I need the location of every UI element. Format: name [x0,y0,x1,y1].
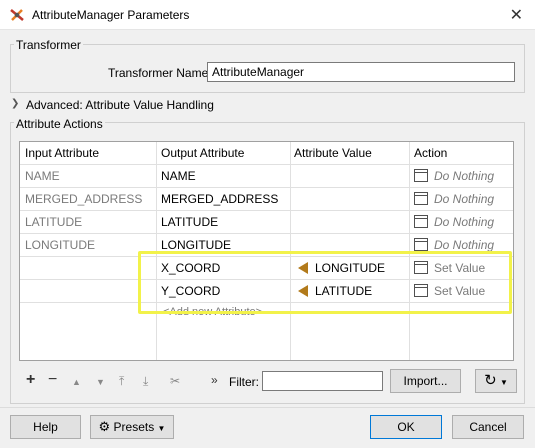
output-attribute-cell[interactable]: LATITUDE [161,215,218,229]
output-attribute-cell[interactable]: MERGED_ADDRESS [161,192,278,206]
input-attribute-cell[interactable]: NAME [25,169,60,183]
input-attribute-cell[interactable]: LATITUDE [25,215,82,229]
input-attribute-cell[interactable]: LONGITUDE [25,238,95,252]
table-row[interactable]: LATITUDE LATITUDE Do Nothing [20,210,513,233]
action-cell[interactable]: Set Value [434,261,485,275]
action-cell[interactable]: Do Nothing [434,238,494,252]
column-header-output[interactable]: Output Attribute [161,146,244,160]
action-cell[interactable]: Do Nothing [434,169,494,183]
table-row[interactable]: NAME NAME Do Nothing [20,164,513,187]
add-new-attribute-cell[interactable]: <Add new Attribute> [163,306,262,318]
output-attribute-cell[interactable]: NAME [161,169,196,183]
output-attribute-cell[interactable]: Y_COORD [161,284,220,298]
attribute-actions-label: Attribute Actions [14,117,105,131]
column-header-action[interactable]: Action [414,146,447,160]
action-cell[interactable]: Do Nothing [434,192,494,206]
fme-app-icon [10,9,24,21]
table-row[interactable]: LONGITUDE LONGITUDE Do Nothing [20,233,513,256]
help-button[interactable]: Help [10,415,81,439]
advanced-section-label[interactable]: Advanced: Attribute Value Handling [26,98,214,112]
cancel-button[interactable]: Cancel [452,415,524,439]
refresh-icon: ↻ [484,372,497,389]
move-bottom-icon[interactable]: ⤓ [143,374,148,389]
move-up-icon[interactable]: ▲ [72,377,81,387]
gear-icon: ⚙ [98,419,111,434]
attribute-table: Input Attribute Output Attribute Attribu… [19,141,514,361]
presets-button[interactable]: ⚙ Presets ▼ [90,415,174,439]
output-attribute-cell[interactable]: X_COORD [161,261,220,275]
presets-label: Presets [113,420,155,434]
transformer-name-input[interactable] [207,62,515,82]
cut-icon[interactable]: ✂ [170,374,180,388]
move-top-icon[interactable]: ⤒ [119,374,124,389]
transformer-name-label: Transformer Name: [108,66,212,80]
window-title: AttributeManager Parameters [32,8,190,22]
title-bar: AttributeManager Parameters ✕ [0,0,535,30]
table-row[interactable]: Y_COORD LATITUDE Set Value [20,279,513,302]
filter-input[interactable] [262,371,383,391]
move-down-icon[interactable]: ▼ [96,377,105,387]
expand-chevron-icon[interactable]: ❯ [11,98,19,109]
dropdown-arrow-icon: ▼ [500,378,508,387]
footer-divider [0,407,535,408]
input-attribute-cell[interactable]: MERGED_ADDRESS [25,192,142,206]
import-button[interactable]: Import... [390,369,461,393]
refresh-dropdown-button[interactable]: ↻ ▼ [475,369,517,393]
ok-button[interactable]: OK [370,415,442,439]
action-icon [414,238,428,251]
action-icon [414,169,428,182]
more-icon[interactable]: » [211,373,218,387]
column-header-input[interactable]: Input Attribute [25,146,99,160]
action-icon [414,261,428,274]
close-icon[interactable]: ✕ [510,5,523,25]
transformer-group-label: Transformer [14,38,83,52]
remove-row-button[interactable]: − [48,371,57,389]
table-row[interactable]: MERGED_ADDRESS MERGED_ADDRESS Do Nothing [20,187,513,210]
attribute-value-cell[interactable]: LATITUDE [315,284,372,298]
column-header-value[interactable]: Attribute Value [294,146,372,160]
table-row[interactable]: X_COORD LONGITUDE Set Value [20,256,513,279]
attribute-value-arrow-icon [298,262,308,274]
filter-label: Filter: [229,375,259,389]
dropdown-arrow-icon: ▼ [157,424,166,433]
attribute-value-arrow-icon [298,285,308,297]
add-attribute-row[interactable]: <Add new Attribute> [20,302,513,325]
add-row-button[interactable]: + [26,371,35,389]
attribute-value-cell[interactable]: LONGITUDE [315,261,385,275]
output-attribute-cell[interactable]: LONGITUDE [161,238,231,252]
action-icon [414,215,428,228]
action-cell[interactable]: Do Nothing [434,215,494,229]
action-icon [414,284,428,297]
action-icon [414,192,428,205]
action-cell[interactable]: Set Value [434,284,485,298]
